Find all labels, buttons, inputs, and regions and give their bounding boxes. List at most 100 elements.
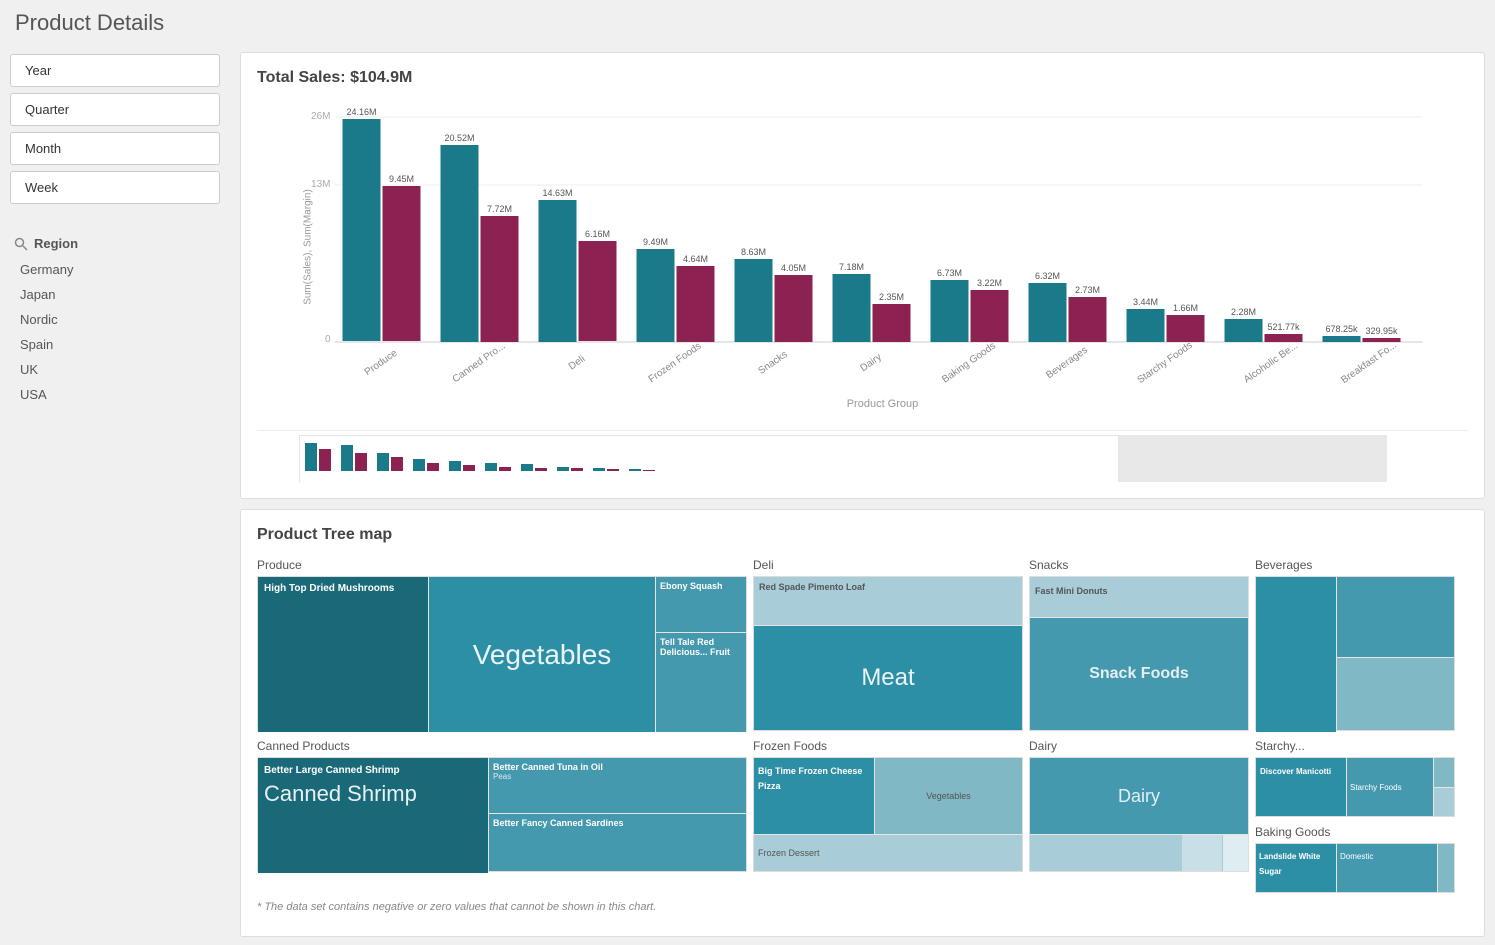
bar-beverages-margin xyxy=(1069,297,1107,342)
treemap-canned: Canned Products Better Large Canned Shri… xyxy=(257,737,747,893)
canned-tuna: Better Canned Tuna in Oil Peas xyxy=(489,758,746,813)
meat-label: Meat xyxy=(861,664,914,692)
bar-alcoholic-margin xyxy=(1265,334,1303,342)
region-japan[interactable]: Japan xyxy=(10,282,220,307)
vegetables-label: Vegetables xyxy=(473,639,612,671)
dairy-sublabel: Dairy xyxy=(1118,786,1160,807)
donuts-label: Fast Mini Donuts xyxy=(1035,586,1108,596)
y-axis-label: Sum(Sales), Sum(Margin) xyxy=(303,189,314,305)
snacks-donuts: Fast Mini Donuts xyxy=(1030,577,1248,617)
scroll-bar-chart xyxy=(299,435,1387,482)
x-axis-label: Product Group xyxy=(847,398,919,410)
svg-text:0: 0 xyxy=(325,334,331,345)
region-usa[interactable]: USA xyxy=(10,382,220,407)
canned-body: Better Large Canned Shrimp Canned Shrimp… xyxy=(257,757,747,872)
produce-ebony: Ebony Squash xyxy=(656,577,746,632)
bar-produce-margin xyxy=(383,186,421,341)
treemap-baking: Baking Goods Landslide White Sugar Domes… xyxy=(1255,823,1455,893)
region-uk[interactable]: UK xyxy=(10,357,220,382)
baking-sugar: Landslide White Sugar xyxy=(1256,844,1336,892)
frozen-body: Big Time Frozen Cheese Pizza Vegetables … xyxy=(753,757,1023,872)
svg-text:6.16M: 6.16M xyxy=(585,229,610,239)
svg-text:26M: 26M xyxy=(311,111,330,122)
bar-starchy-sales xyxy=(1127,309,1165,342)
filter-quarter[interactable]: Quarter xyxy=(10,93,220,126)
treemap-dairy: Dairy Dairy xyxy=(1029,737,1249,893)
svg-text:Breakfast Fo...: Breakfast Fo... xyxy=(1339,340,1399,386)
starchy-body: Discover Manicotti Starchy Foods xyxy=(1255,757,1455,817)
search-icon xyxy=(14,237,28,251)
treemap-frozen: Frozen Foods Big Time Frozen Cheese Pizz… xyxy=(753,737,1023,893)
svg-text:7.72M: 7.72M xyxy=(487,204,512,214)
svg-text:4.05M: 4.05M xyxy=(781,263,806,273)
svg-text:3.44M: 3.44M xyxy=(1133,297,1158,307)
svg-text:3.22M: 3.22M xyxy=(977,278,1002,288)
pimento-label: Red Spade Pimento Loaf xyxy=(759,582,865,592)
canned-shrimp-main: Better Large Canned Shrimp Canned Shrimp xyxy=(258,758,488,873)
filter-month[interactable]: Month xyxy=(10,132,220,165)
deli-meat: Meat xyxy=(754,626,1022,730)
dairy-body: Dairy xyxy=(1029,757,1249,872)
bar-snacks-margin xyxy=(775,275,813,342)
treemap-right-col2: Starchy... Discover Manicotti Starchy Fo… xyxy=(1255,737,1455,893)
svg-text:2.73M: 2.73M xyxy=(1075,285,1100,295)
bar-canned-sales xyxy=(441,145,479,342)
filter-week[interactable]: Week xyxy=(10,171,220,204)
canned-shrimp-sublabel: Canned Shrimp xyxy=(264,781,482,807)
svg-text:4.64M: 4.64M xyxy=(683,254,708,264)
svg-text:Dairy: Dairy xyxy=(858,352,883,374)
bar-baking-sales xyxy=(931,280,969,342)
svg-text:13M: 13M xyxy=(311,179,330,190)
sidebar: Year Quarter Month Week Region Germany J… xyxy=(0,44,230,945)
bar-deli-margin xyxy=(579,241,617,341)
region-nordic[interactable]: Nordic xyxy=(10,307,220,332)
treemap-beverages: Beverages xyxy=(1255,556,1455,731)
svg-text:20.52M: 20.52M xyxy=(444,133,474,143)
bar-deli-sales xyxy=(539,200,577,342)
starchy-foods: Starchy Foods xyxy=(1347,758,1433,816)
treemap-canned-label: Canned Products xyxy=(257,737,747,757)
svg-text:Snacks: Snacks xyxy=(756,349,789,377)
bar-breakfast-sales xyxy=(1323,336,1361,342)
svg-text:521.77k: 521.77k xyxy=(1267,322,1300,332)
frozen-row1: Big Time Frozen Cheese Pizza Vegetables xyxy=(754,758,1022,834)
treemap-deli: Deli Red Spade Pimento Loaf Meat xyxy=(753,556,1023,731)
bar-beverages-sales xyxy=(1029,283,1067,342)
snacks-body: Fast Mini Donuts Snack Foods xyxy=(1029,576,1249,731)
region-spain[interactable]: Spain xyxy=(10,332,220,357)
canned-right: Better Canned Tuna in Oil Peas Better Fa… xyxy=(489,758,746,871)
svg-text:Canned Pro...: Canned Pro... xyxy=(451,341,508,385)
svg-text:678.25k: 678.25k xyxy=(1325,324,1358,334)
deli-body: Red Spade Pimento Loaf Meat xyxy=(753,576,1023,731)
dairy-bottom xyxy=(1030,835,1248,871)
bar-canned-margin xyxy=(481,216,519,342)
baking-body: Landslide White Sugar Domestic xyxy=(1255,843,1455,893)
bar-dairy-sales xyxy=(833,274,871,342)
snacks-main: Snack Foods xyxy=(1030,618,1248,730)
frozen-dessert: Frozen Dessert xyxy=(754,835,1022,871)
treemap-starchy: Starchy... Discover Manicotti Starchy Fo… xyxy=(1255,737,1455,817)
bar-breakfast-margin xyxy=(1363,338,1401,342)
treemap-snacks: Snacks Fast Mini Donuts Snack Foods xyxy=(1029,556,1249,731)
mushrooms-label: High Top Dried Mushrooms xyxy=(264,583,422,595)
filter-year[interactable]: Year xyxy=(10,54,220,87)
region-germany[interactable]: Germany xyxy=(10,257,220,282)
ebony-label: Ebony Squash xyxy=(660,581,723,591)
pizza-label: Big Time Frozen Cheese Pizza xyxy=(758,766,862,791)
bar-chart-panel: Total Sales: $104.9M Sum(Sales), Sum(Mar… xyxy=(240,52,1485,499)
bar-chart: Sum(Sales), Sum(Margin) 26M 13M 0 24.16M… xyxy=(257,97,1468,427)
treemap-produce-label: Produce xyxy=(257,556,747,576)
baking-domestic: Domestic xyxy=(1337,844,1437,892)
treemap-produce: Produce High Top Dried Mushrooms Vegetab… xyxy=(257,556,747,731)
beverages-body xyxy=(1255,576,1455,731)
bar-baking-margin xyxy=(971,290,1009,342)
svg-text:6.32M: 6.32M xyxy=(1035,271,1060,281)
bar-frozen-margin xyxy=(677,266,715,342)
tuna-label: Better Canned Tuna in Oil xyxy=(493,762,742,772)
snackfoods-label: Snack Foods xyxy=(1089,665,1189,683)
frozen-veg: Vegetables xyxy=(875,758,1022,834)
main-content: Total Sales: $104.9M Sum(Sales), Sum(Mar… xyxy=(230,44,1495,945)
svg-text:Alcoholic Be...: Alcoholic Be... xyxy=(1242,340,1300,385)
deli-pimento: Red Spade Pimento Loaf xyxy=(754,577,1022,625)
starchy-small xyxy=(1434,758,1454,816)
